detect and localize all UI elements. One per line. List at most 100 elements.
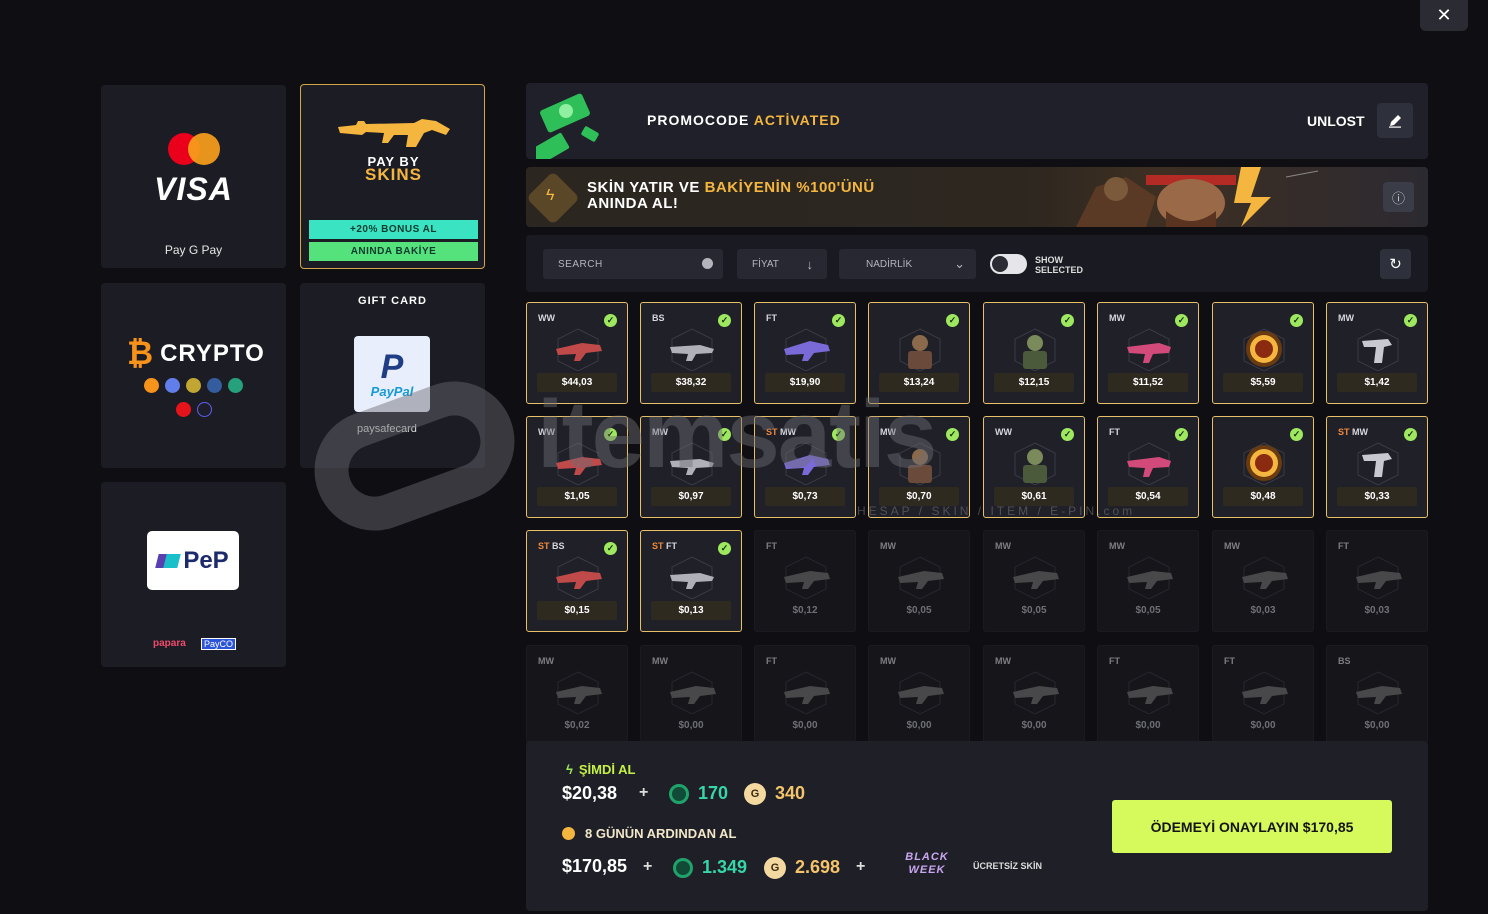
skin-condition: WW (538, 313, 555, 323)
skin-condition: MW (1224, 541, 1240, 551)
skin-card[interactable]: MW $0,05 (868, 530, 970, 632)
stattrak-label: ST (766, 427, 781, 437)
pep-logo: PeP (147, 531, 239, 590)
promo-status: PROMOCODE ACTİVATED (647, 112, 841, 128)
skin-card[interactable]: MW $0,05 (983, 530, 1085, 632)
skin-card[interactable]: ST MW ✓ $0,33 (1326, 416, 1428, 518)
skin-card[interactable]: ✓ $12,15 (983, 302, 1085, 404)
skin-image (1243, 328, 1285, 371)
skin-price: $0,02 (564, 720, 590, 731)
skin-price: $0,05 (906, 605, 932, 616)
skin-card[interactable]: FT $0,00 (1097, 645, 1199, 742)
pay-by-skins-option[interactable]: PAY BY SKINS +20% BONUS AL ANINDA BAKİYE (300, 84, 485, 269)
skin-price: $0,00 (678, 720, 704, 731)
promo-code: UNLOST (1307, 113, 1365, 129)
confirm-payment-button[interactable]: ÖDEMEYİ ONAYLAYIN $170,85 (1112, 800, 1392, 853)
skin-condition: ST MW (1338, 427, 1369, 437)
skin-condition: MW (1338, 313, 1354, 323)
skin-image (1014, 328, 1056, 371)
skin-price: $0,00 (1135, 720, 1161, 731)
skin-condition: FT (1224, 656, 1235, 666)
pep-option[interactable]: PeP papara PayCO (101, 482, 286, 667)
skin-image (1014, 442, 1056, 485)
visa-mastercard-option[interactable]: VISA Pay G Pay (101, 85, 286, 268)
skin-condition: WW (538, 427, 555, 437)
skin-card[interactable]: ST MW ✓ $0,73 (754, 416, 856, 518)
skin-card[interactable]: MW ✓ $0,70 (868, 416, 970, 518)
check-icon: ✓ (832, 428, 845, 441)
skin-card[interactable]: WW ✓ $1,05 (526, 416, 628, 518)
skin-card[interactable]: ✓ $13,24 (868, 302, 970, 404)
skin-card[interactable]: MW $0,02 (526, 645, 628, 742)
skin-card[interactable]: MW $0,03 (1212, 530, 1314, 632)
skin-card[interactable]: MW $0,05 (1097, 530, 1199, 632)
price-sort-button[interactable]: FİYAT ↓ (737, 249, 827, 279)
skin-card[interactable]: WW ✓ $0,61 (983, 416, 1085, 518)
skin-image (1127, 328, 1171, 371)
skin-card[interactable]: MW ✓ $11,52 (1097, 302, 1199, 404)
skin-card[interactable]: BS $0,00 (1326, 645, 1428, 742)
buy-now-gems: 170 (698, 783, 729, 803)
deposit-banner[interactable]: ϟ SKİN YATIR VE BAKİYENİN %100'ÜNÜ ANIND… (526, 167, 1428, 227)
btc-coin-icon (144, 378, 159, 393)
stattrak-label: ST (652, 541, 667, 551)
skin-price: $13,24 (879, 373, 959, 392)
buy-later-label: 8 GÜNÜN ARDINDAN AL (562, 826, 736, 841)
skin-condition: MW (880, 656, 896, 666)
show-selected-toggle[interactable] (990, 254, 1027, 274)
check-icon: ✓ (1061, 428, 1074, 441)
skin-condition: MW (880, 541, 896, 551)
check-icon: ✓ (1175, 428, 1188, 441)
refresh-button[interactable]: ↻ (1380, 249, 1411, 279)
skin-image (1242, 671, 1288, 714)
pencil-icon (1389, 114, 1401, 128)
papara-logo: papara (153, 638, 186, 649)
skin-card[interactable]: MW ✓ $1,42 (1326, 302, 1428, 404)
skin-card[interactable]: ST FT ✓ $0,13 (640, 530, 742, 632)
skin-price: $0,70 (879, 487, 959, 506)
close-icon: ✕ (1436, 5, 1452, 25)
skin-price: $0,03 (1250, 605, 1276, 616)
skin-card[interactable]: WW ✓ $44,03 (526, 302, 628, 404)
skin-price: $0,33 (1337, 487, 1417, 506)
visa-logo: VISA (154, 171, 233, 207)
plus-sign: + (639, 784, 649, 801)
skin-price: $0,97 (651, 487, 731, 506)
skin-card[interactable]: FT ✓ $0,54 (1097, 416, 1199, 518)
skin-image (670, 556, 714, 599)
edit-promo-button[interactable] (1377, 103, 1413, 138)
skin-image (1242, 556, 1288, 599)
rarity-dropdown[interactable]: NADİRLİK ⌄ (839, 249, 976, 279)
plus-sign: + (856, 858, 866, 875)
skin-image (670, 671, 716, 714)
skin-card[interactable]: FT $0,00 (754, 645, 856, 742)
skin-card[interactable]: MW ✓ $0,97 (640, 416, 742, 518)
gift-card-option[interactable]: GIFT CARD P PayPal paysafecard (300, 283, 485, 468)
skin-card[interactable]: MW $0,00 (868, 645, 970, 742)
info-button[interactable]: ⓘ (1383, 182, 1414, 212)
check-icon: ✓ (946, 428, 959, 441)
paypal-icon: P (380, 347, 404, 386)
bitcoin-icon: ₿ (127, 335, 155, 371)
skin-card[interactable]: FT ✓ $19,90 (754, 302, 856, 404)
search-input[interactable]: SEARCH (543, 249, 723, 279)
skin-price: $1,42 (1337, 373, 1417, 392)
skin-condition: ST BS (538, 541, 565, 551)
skin-card[interactable]: ✓ $5,59 (1212, 302, 1314, 404)
close-button[interactable]: ✕ (1420, 0, 1468, 31)
usdt-coin-icon (228, 378, 243, 393)
crypto-option[interactable]: ₿ CRYPTO (101, 283, 286, 468)
mastercard-logo (168, 133, 220, 165)
skin-card[interactable]: MW $0,00 (640, 645, 742, 742)
skin-card[interactable]: MW $0,00 (983, 645, 1085, 742)
sol-coin-icon (196, 402, 212, 417)
skin-condition: MW (652, 427, 668, 437)
skin-card[interactable]: BS ✓ $38,32 (640, 302, 742, 404)
skin-card[interactable]: FT $0,00 (1212, 645, 1314, 742)
skin-card[interactable]: ✓ $0,48 (1212, 416, 1314, 518)
skin-card[interactable]: FT $0,12 (754, 530, 856, 632)
skin-card[interactable]: FT $0,03 (1326, 530, 1428, 632)
arrow-down-icon: ↓ (806, 257, 814, 272)
skin-card[interactable]: ST BS ✓ $0,15 (526, 530, 628, 632)
bonus-badge: +20% BONUS AL (309, 220, 478, 239)
